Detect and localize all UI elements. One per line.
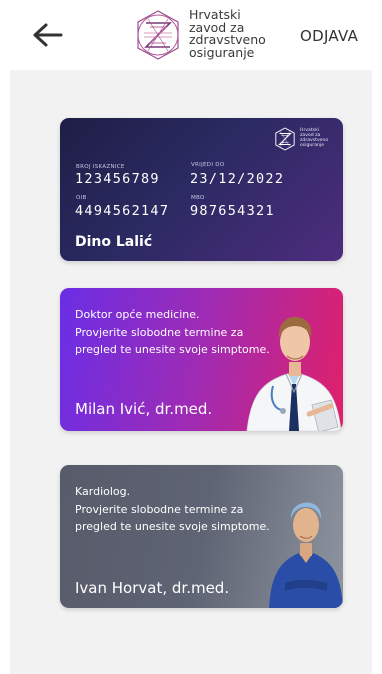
- doctor-photo-icon: [269, 502, 343, 608]
- insurance-card[interactable]: Hrvatski zavod za zdravstveno osiguranje…: [60, 118, 343, 261]
- doctor-name: Milan Ivić, dr.med.: [75, 400, 213, 418]
- mbo-label: MBO: [191, 195, 205, 201]
- card-number-label: BROJ ISKAZNICE: [76, 164, 125, 170]
- doctor-card-cardiology[interactable]: Kardiolog. Provjerite slobodne termine z…: [60, 465, 343, 608]
- header: Hrvatski zavod za zdravstveno osiguranje…: [0, 0, 382, 70]
- oib-label: OIB: [76, 195, 87, 201]
- logout-button[interactable]: ODJAVA: [300, 27, 358, 45]
- card-number-value: 123456789: [75, 171, 160, 187]
- hzzo-logo-icon: [137, 10, 179, 60]
- doctor-photo-icon: [246, 316, 342, 431]
- card-holder-name: Dino Lalić: [75, 234, 153, 250]
- doctor-description: Kardiolog. Provjerite slobodne termine z…: [75, 485, 270, 533]
- valid-until-label: VRIJEDI DO: [191, 162, 225, 168]
- doctor-card-general[interactable]: Doktor opće medicine. Provjerite slobodn…: [60, 288, 343, 431]
- logo-text: Hrvatski zavod za zdravstveno osiguranje: [189, 7, 266, 60]
- mbo-value: 987654321: [190, 203, 275, 219]
- card-logo-text: Hrvatski zavod za zdravstveno osiguranje: [300, 128, 329, 148]
- oib-value: 4494562147: [75, 203, 170, 219]
- valid-until-value: 23/12/2022: [190, 171, 285, 187]
- back-arrow-icon[interactable]: [30, 22, 64, 48]
- doctor-name: Ivan Horvat, dr.med.: [75, 579, 230, 597]
- hzzo-logo-icon: [275, 127, 295, 151]
